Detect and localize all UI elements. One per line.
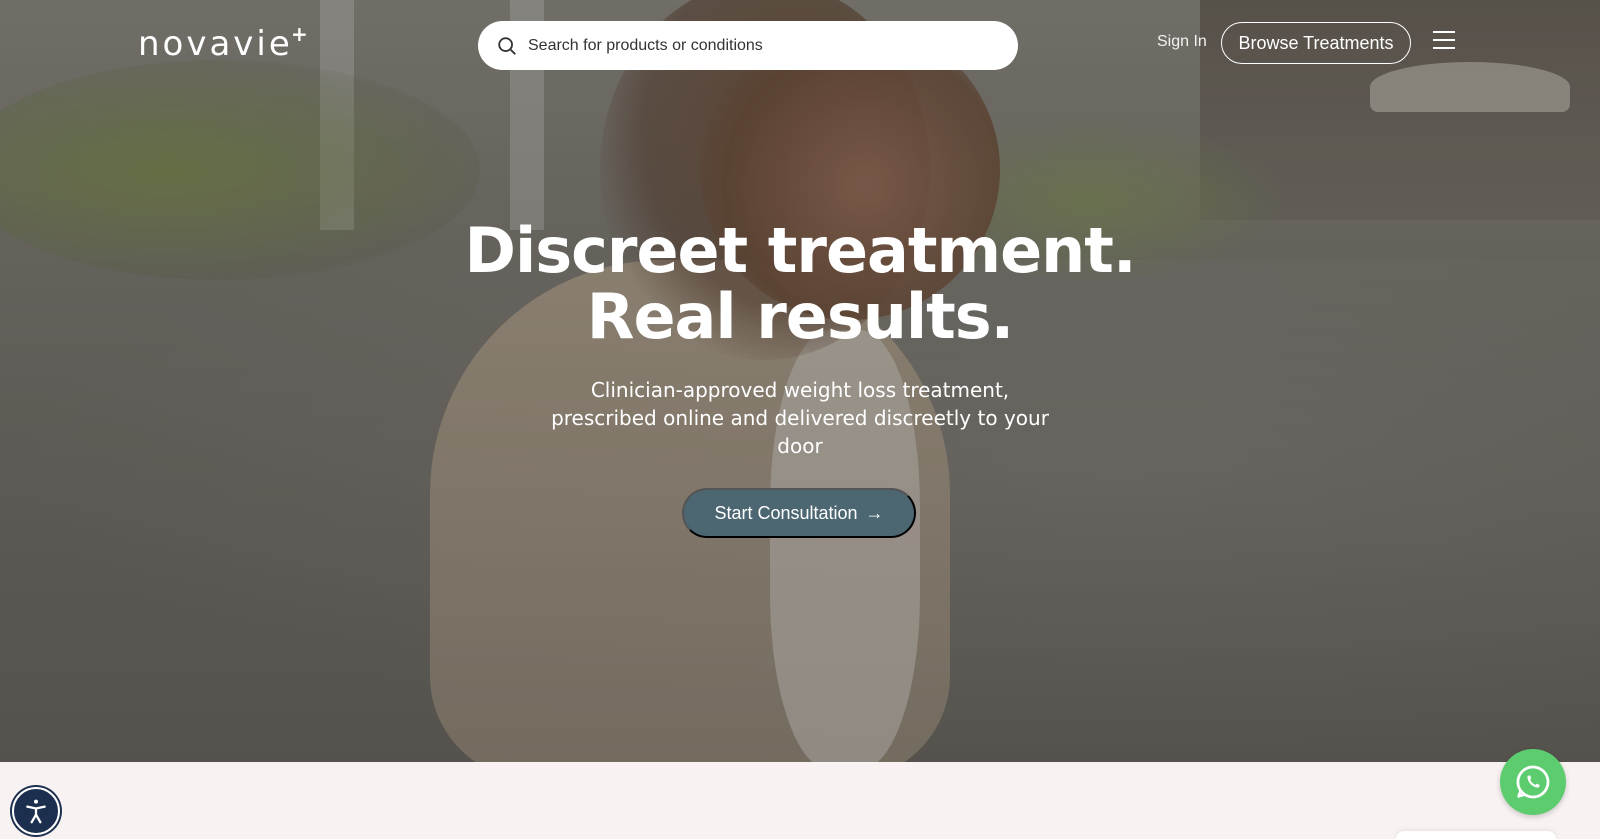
sign-in-link[interactable]: Sign In	[1157, 33, 1207, 51]
hero-title-line2: Real results.	[586, 280, 1014, 353]
arrow-right-icon: →	[865, 502, 884, 523]
start-consultation-button[interactable]: Start Consultation →	[682, 488, 916, 538]
content-section	[0, 762, 1600, 839]
hero-subtitle: Clinician-approved weight loss treatment…	[551, 378, 1049, 458]
whatsapp-icon	[1516, 765, 1550, 799]
accessibility-icon	[26, 799, 46, 824]
whatsapp-chat-button[interactable]	[1500, 749, 1566, 815]
brand-logo[interactable]: novavie	[138, 24, 293, 64]
hero-title-line1: Discreet treatment.	[464, 214, 1137, 287]
search-icon	[498, 36, 516, 55]
start-consultation-label: Start Consultation	[714, 502, 858, 523]
hamburger-menu-icon[interactable]	[1433, 31, 1455, 51]
hero-title: Discreet treatment. Real results.	[0, 218, 1600, 350]
search-input[interactable]	[528, 36, 988, 55]
brand-logo-plus: +	[291, 22, 308, 46]
accessibility-button[interactable]	[12, 787, 60, 835]
browse-treatments-button[interactable]: Browse Treatments	[1221, 22, 1411, 64]
chat-widget-tab[interactable]	[1396, 831, 1556, 839]
search-bar[interactable]	[478, 21, 1018, 70]
